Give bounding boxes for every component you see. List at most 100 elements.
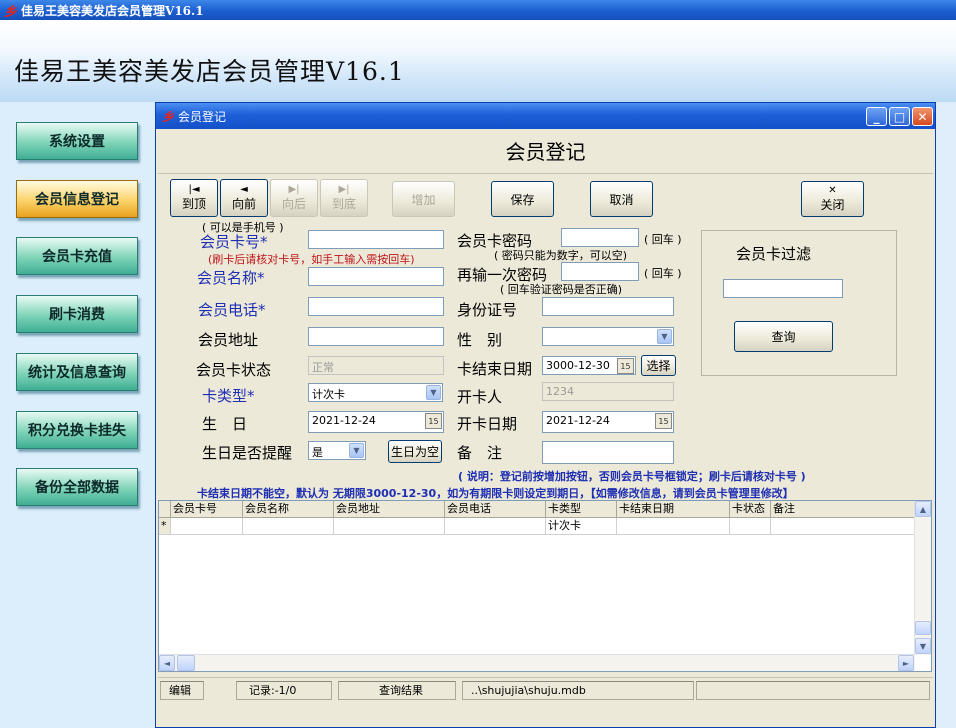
calendar-icon[interactable]: 15 <box>655 413 672 429</box>
card-type-label: 卡类型* <box>202 387 255 405</box>
card-password-input[interactable] <box>561 228 639 247</box>
select-date-button[interactable]: 选择 <box>641 355 676 376</box>
calendar-icon[interactable]: 15 <box>617 358 634 374</box>
prev-record-icon: ◄ <box>240 184 248 195</box>
id-number-input[interactable] <box>542 297 674 316</box>
sidebar-item-member-registration[interactable]: 会员信息登记 <box>16 180 138 218</box>
card-no-label: 会员卡号* <box>200 233 268 251</box>
grid-col-status[interactable]: 卡状态 <box>730 501 771 518</box>
filter-title: 会员卡过滤 <box>736 245 812 263</box>
last-record-label: 到底 <box>331 197 356 211</box>
next-record-button[interactable]: ▶| 向后 <box>270 179 318 217</box>
scroll-thumb[interactable] <box>915 621 931 635</box>
status-query-result: 查询结果 <box>338 681 456 700</box>
first-record-icon: |◄ <box>188 184 200 195</box>
password-confirm-input[interactable] <box>561 262 639 281</box>
password-confirm-note: ( 回车验证密码是否正确) <box>500 283 623 296</box>
table-cell[interactable] <box>445 518 546 535</box>
card-type-value: 计次卡 <box>312 388 345 401</box>
table-cell[interactable]: 计次卡 <box>546 518 617 535</box>
table-cell[interactable] <box>171 518 243 535</box>
gender-select[interactable]: ▼ <box>542 327 674 346</box>
banner-title: 佳易王美容美发店会员管理V16.1 <box>14 57 405 86</box>
calendar-icon[interactable]: 15 <box>425 413 442 429</box>
grid-col-name[interactable]: 会员名称 <box>243 501 334 518</box>
enter-hint-2: ( 回车 ) <box>644 267 682 280</box>
scroll-up-icon[interactable]: ▲ <box>915 501 931 517</box>
member-registration-window: 乡 会员登记 _ □ ✕ 会员登记 |◄ 到顶 ◄ 向前 ▶| 向后 ▶| 到底… <box>155 102 936 728</box>
grid-col-card-no[interactable]: 会员卡号 <box>171 501 243 518</box>
explain-note-1: ( 说明：登记前按增加按钮，否则会员卡号框锁定；刷卡后请核对卡号 ) <box>458 470 806 483</box>
birthday-date-picker[interactable]: 2021-12-24 15 <box>308 411 444 433</box>
prev-record-label: 向前 <box>231 197 256 211</box>
sidebar: 系统设置 会员信息登记 会员卡充值 刷卡消费 统计及信息查询 积分兑换卡挂失 备… <box>0 102 155 728</box>
scroll-left-icon[interactable]: ◄ <box>159 655 175 671</box>
grid-col-phone[interactable]: 会员电话 <box>445 501 546 518</box>
minimize-button[interactable]: _ <box>866 107 887 126</box>
member-phone-input[interactable] <box>308 297 444 316</box>
table-cell[interactable] <box>243 518 334 535</box>
table-cell[interactable] <box>334 518 445 535</box>
first-record-button[interactable]: |◄ 到顶 <box>170 179 218 217</box>
cancel-button[interactable]: 取消 <box>590 181 653 217</box>
scroll-right-icon[interactable]: ► <box>898 655 914 671</box>
sidebar-item-system-settings[interactable]: 系统设置 <box>16 122 138 160</box>
card-type-select[interactable]: 计次卡 ▼ <box>308 383 443 402</box>
close-label: 关闭 <box>820 198 845 212</box>
next-record-icon: ▶| <box>288 184 300 195</box>
member-grid[interactable]: 会员卡号 会员名称 会员地址 会员电话 卡类型 卡结束日期 卡状态 备注 * 计… <box>158 500 932 672</box>
member-name-input[interactable] <box>308 267 444 286</box>
chevron-down-icon[interactable]: ▼ <box>657 329 672 344</box>
birthday-value: 2021-12-24 <box>312 414 376 427</box>
window-titlebar: 乡 会员登记 <box>156 103 935 129</box>
birthday-remind-select[interactable]: 是 ▼ <box>308 441 366 460</box>
filter-input[interactable] <box>723 279 843 298</box>
card-expire-date-picker[interactable]: 3000-12-30 15 <box>542 356 636 375</box>
chevron-down-icon[interactable]: ▼ <box>349 443 364 458</box>
grid-vertical-scrollbar[interactable]: ▲ ▼ <box>914 501 931 655</box>
password-note: ( 密码只能为数字，可以空) <box>494 249 628 262</box>
add-button[interactable]: 增加 <box>392 181 455 217</box>
sidebar-item-card-consume[interactable]: 刷卡消费 <box>16 295 138 333</box>
birthday-remind-value: 是 <box>312 446 323 459</box>
query-button[interactable]: 查询 <box>734 321 833 352</box>
open-date-picker[interactable]: 2021-12-24 15 <box>542 411 674 433</box>
window-logo-icon: 乡 <box>162 109 175 124</box>
card-status-field: 正常 <box>308 356 444 375</box>
remark-textarea[interactable] <box>542 441 674 464</box>
grid-row-header <box>159 501 171 518</box>
member-address-input[interactable] <box>308 327 444 346</box>
close-icon: ✕ <box>828 185 837 196</box>
table-cell[interactable] <box>771 518 915 535</box>
id-number-label: 身份证号 <box>457 301 518 319</box>
sidebar-item-statistics[interactable]: 统计及信息查询 <box>16 353 138 391</box>
grid-col-card-type[interactable]: 卡类型 <box>546 501 617 518</box>
window-close-button[interactable]: ✕ <box>912 107 933 126</box>
enter-hint: ( 回车 ) <box>644 233 682 246</box>
first-record-label: 到顶 <box>181 197 206 211</box>
card-no-input[interactable] <box>308 230 444 249</box>
open-date-value: 2021-12-24 <box>546 414 610 427</box>
new-row-marker: * <box>159 518 171 535</box>
sidebar-item-points-exchange[interactable]: 积分兑换卡挂失 <box>16 411 138 449</box>
table-cell[interactable] <box>617 518 730 535</box>
close-button[interactable]: ✕ 关闭 <box>801 181 864 217</box>
grid-col-expire[interactable]: 卡结束日期 <box>617 501 730 518</box>
grid-col-remark[interactable]: 备注 <box>771 501 915 518</box>
grid-col-address[interactable]: 会员地址 <box>334 501 445 518</box>
last-record-button[interactable]: ▶| 到底 <box>320 179 368 217</box>
member-phone-label: 会员电话* <box>198 301 266 319</box>
member-name-label: 会员名称* <box>197 269 265 287</box>
table-cell[interactable] <box>730 518 771 535</box>
maximize-button[interactable]: □ <box>889 107 910 126</box>
birthday-clear-button[interactable]: 生日为空 <box>388 440 442 463</box>
save-button[interactable]: 保存 <box>491 181 554 217</box>
grid-horizontal-scrollbar[interactable]: ◄ ► <box>159 654 915 671</box>
sidebar-item-backup[interactable]: 备份全部数据 <box>16 468 138 506</box>
scroll-down-icon[interactable]: ▼ <box>915 638 931 654</box>
sidebar-item-card-recharge[interactable]: 会员卡充值 <box>16 237 138 275</box>
chevron-down-icon[interactable]: ▼ <box>426 385 441 400</box>
form-heading: 会员登记 <box>158 130 933 174</box>
scroll-thumb[interactable] <box>177 655 195 671</box>
prev-record-button[interactable]: ◄ 向前 <box>220 179 268 217</box>
